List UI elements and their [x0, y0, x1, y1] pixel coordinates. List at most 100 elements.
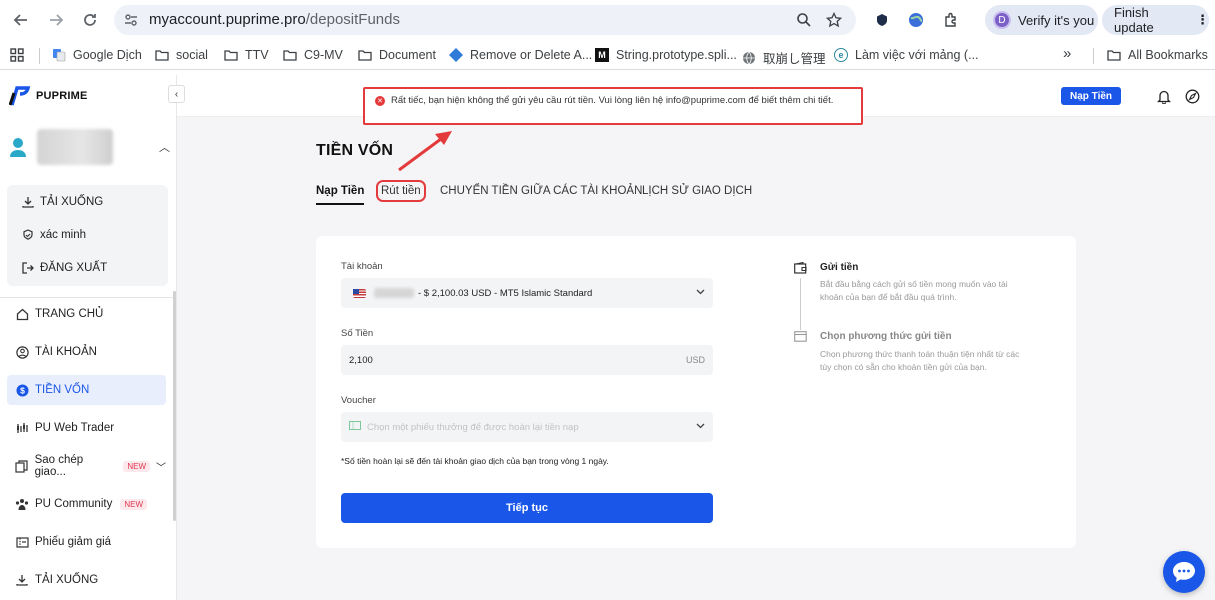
folder-icon: [224, 48, 238, 62]
bookmark-item[interactable]: Remove or Delete A...: [449, 48, 592, 62]
tab-transfer[interactable]: CHUYỂN TIỀN GIỮA CÁC TÀI KHOẢN: [440, 185, 642, 197]
sidebar-collapse-button[interactable]: ‹: [168, 85, 185, 103]
finish-update-label: Finish update: [1114, 5, 1154, 35]
step-desc: Bắt đầu bằng cách gửi số tiền mong muốn …: [820, 279, 1008, 302]
page-title: TIỀN VỐN: [316, 142, 394, 159]
step-desc: Chọn phương thức thanh toán thuận tiện n…: [820, 349, 1020, 372]
sidebar-scrollbar[interactable]: [173, 291, 176, 521]
folder-icon: [358, 48, 372, 62]
main-content: Nạp Tiền ✕ Rất tiếc, bạn hiện không thể …: [177, 75, 1215, 600]
chart-icon: [15, 421, 29, 435]
continue-button[interactable]: Tiếp tục: [341, 493, 713, 523]
sidebar: PUPRIME ‹ ︿ TẢI XUỐNG xác minh ĐĂNG XUẤT…: [0, 75, 185, 600]
chevron-down-icon[interactable]: ﹀: [156, 459, 166, 474]
new-badge: NEW: [120, 498, 147, 510]
account-value: - $ 2,100.03 USD - MT5 Islamic Standard: [418, 287, 593, 299]
sidebar-item-home[interactable]: TRANG CHỦ: [7, 299, 166, 329]
error-icon: ✕: [375, 96, 385, 106]
user-icon: [15, 345, 29, 359]
sidebar-item-account[interactable]: TÀI KHOẢN: [7, 337, 166, 367]
sidebar-item-label: Phiếu giảm giá: [35, 536, 112, 548]
tab-history[interactable]: LỊCH SỬ GIAO DỊCH: [642, 185, 752, 197]
step-title: Chọn phương thức gửi tiền: [820, 331, 952, 342]
dollar-icon: $: [15, 383, 29, 397]
extension-globe-icon[interactable]: [905, 9, 927, 31]
forward-icon[interactable]: [44, 8, 68, 32]
deposit-button[interactable]: Nạp Tiền: [1061, 87, 1121, 105]
amount-input[interactable]: 2,100 USD: [341, 345, 713, 375]
sidebar-item-download[interactable]: TẢI XUỐNG: [7, 565, 166, 595]
step-title: Gửi tiền: [820, 262, 859, 273]
deposit-card: Tài khoản - $ 2,100.03 USD - MT5 Islamic…: [316, 236, 1076, 548]
bookmark-item[interactable]: Document: [358, 48, 436, 62]
home-icon: [15, 307, 29, 321]
sidebar-item-funds[interactable]: $ TIỀN VỐN: [7, 375, 166, 405]
sidebar-item-web-trader[interactable]: PU Web Trader: [7, 413, 166, 443]
bookmark-item[interactable]: M String.prototype.spli...: [595, 48, 737, 62]
verify-label: Verify it's you: [1018, 12, 1095, 28]
avatar: [10, 138, 26, 157]
site-settings-icon[interactable]: [124, 13, 138, 32]
tab-deposit[interactable]: Nạp Tiền: [316, 185, 365, 205]
globe-icon: [742, 51, 756, 65]
extension-shield-icon[interactable]: [871, 9, 893, 31]
zoom-icon[interactable]: [796, 12, 812, 33]
sidebar-item-coupons[interactable]: Phiếu giảm giá: [7, 527, 166, 557]
menu-item-download[interactable]: TẢI XUỐNG: [21, 196, 103, 208]
translate-icon: [52, 48, 66, 62]
mdn-icon: M: [595, 48, 609, 62]
step-connector: [800, 278, 801, 330]
chevron-down-icon: [696, 421, 705, 431]
menu-item-label: TẢI XUỐNG: [40, 196, 104, 208]
logo[interactable]: PUPRIME: [9, 86, 88, 106]
extensions-puzzle-icon[interactable]: [940, 9, 962, 31]
menu-item-logout[interactable]: ĐĂNG XUẤT: [21, 262, 107, 274]
reload-icon[interactable]: [78, 8, 102, 32]
bookmark-item[interactable]: social: [155, 48, 208, 62]
verify-profile-button[interactable]: D Verify it's you: [985, 5, 1098, 35]
compass-icon[interactable]: [1184, 88, 1200, 104]
sidebar-item-label: PU Web Trader: [35, 422, 115, 434]
menu-item-verify[interactable]: xác minh: [21, 229, 86, 241]
bookmark-item[interactable]: Google Dịch: [52, 48, 142, 62]
url-host: myaccount.puprime.pro: [149, 11, 306, 28]
bookmark-label: Remove or Delete A...: [470, 48, 593, 62]
url-path: /depositFunds: [305, 11, 400, 28]
user-profile-row[interactable]: ︿: [9, 125, 170, 169]
bookmark-item[interactable]: 取崩し管理: [742, 48, 826, 67]
bookmark-label: social: [176, 48, 208, 62]
bookmark-item[interactable]: TTV: [224, 48, 269, 62]
sidebar-item-community[interactable]: PU Community NEW: [7, 489, 166, 519]
bell-icon[interactable]: [1156, 88, 1172, 104]
new-badge: NEW: [123, 460, 150, 472]
bookmark-label: Google Dịch: [73, 48, 142, 62]
bookmark-item[interactable]: C9-MV: [283, 48, 343, 62]
coupon-icon: [15, 535, 29, 549]
annotation-arrow-icon: [398, 131, 452, 172]
sidebar-item-label: TÀI KHOẢN: [35, 346, 97, 358]
all-bookmarks-button[interactable]: All Bookmarks: [1107, 48, 1208, 62]
account-select[interactable]: - $ 2,100.03 USD - MT5 Islamic Standard: [341, 278, 713, 308]
sidebar-item-label: PU Community: [35, 498, 113, 510]
chat-support-button[interactable]: [1163, 551, 1205, 593]
sidebar-item-label: TIỀN VỐN: [35, 384, 90, 396]
chevron-up-icon[interactable]: ︿: [159, 139, 170, 155]
copy-icon: [15, 459, 29, 473]
voucher-select[interactable]: Chọn một phiếu thưởng để được hoàn lại t…: [341, 412, 713, 442]
logo-text: PUPRIME: [36, 90, 88, 102]
kebab-menu-icon[interactable]: ⋮: [1196, 12, 1209, 28]
finish-update-button[interactable]: Finish update ⋮: [1102, 5, 1209, 35]
sidebar-item-copy-trading[interactable]: Sao chép giao... NEW ﹀: [7, 451, 166, 481]
bookmark-item[interactable]: e Làm việc với mảng (...: [834, 48, 979, 62]
svg-text:$: $: [20, 385, 25, 395]
bookmark-label: C9-MV: [304, 48, 343, 62]
bookmark-star-icon[interactable]: [825, 11, 843, 33]
account-label: Tài khoản: [341, 261, 383, 272]
bookmark-label: Làm việc với mảng (...: [855, 48, 979, 62]
address-bar[interactable]: myaccount.puprime.pro/depositFunds: [114, 5, 856, 35]
apps-grid-icon[interactable]: [10, 48, 24, 62]
bookmarks-bar: Google Dịch social TTV C9-MV Document Re…: [0, 40, 1215, 70]
back-icon[interactable]: [9, 8, 33, 32]
tab-withdraw[interactable]: Rút tiền: [376, 180, 426, 202]
bookmarks-overflow-button[interactable]: »: [1063, 45, 1071, 62]
